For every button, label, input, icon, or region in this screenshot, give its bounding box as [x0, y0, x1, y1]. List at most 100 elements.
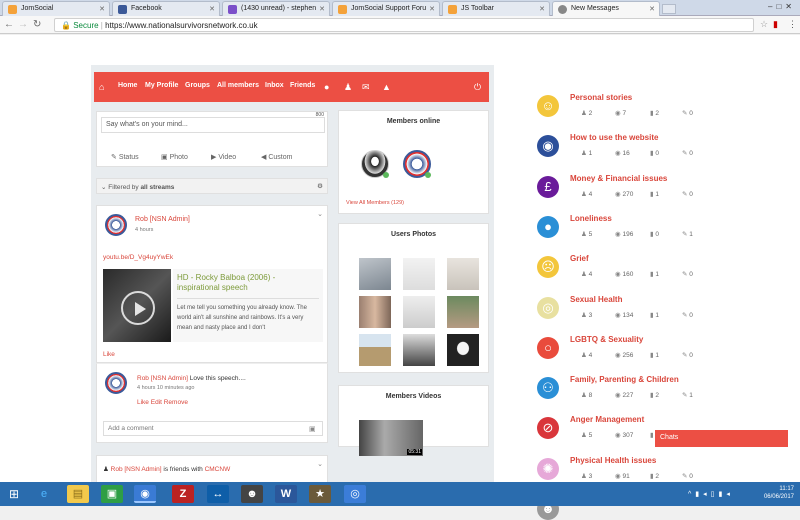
photo-thumbnail[interactable] [359, 334, 391, 366]
teamviewer-qs-icon[interactable]: ◎ [344, 485, 366, 503]
back-arrow-icon[interactable]: ← [4, 19, 14, 30]
comment-actions[interactable]: Like Edit Remove [137, 399, 188, 406]
reload-icon[interactable]: ↻ [33, 19, 41, 30]
status-tab[interactable]: ✎ Status [111, 153, 139, 161]
store-icon[interactable]: ▣ [101, 485, 123, 503]
photo-thumbnail[interactable] [403, 258, 435, 290]
category-title[interactable]: Grief [570, 254, 589, 263]
chevron-down-icon[interactable]: ⌄ [317, 210, 323, 218]
comment-author[interactable]: Rob [NSN Admin] [137, 375, 188, 382]
video-tab[interactable]: ▶ Video [211, 153, 236, 161]
friend-user[interactable]: Rob [NSN Admin] [111, 466, 162, 473]
video-link[interactable]: youtu.be/D_Vg4uyYwEk [103, 254, 173, 261]
photo-thumbnail[interactable] [403, 334, 435, 366]
start-button[interactable]: ⊞ [3, 485, 25, 503]
browser-tab[interactable]: JomSocial ✕ [2, 1, 110, 16]
avatar[interactable] [105, 214, 127, 236]
photo-thumbnail[interactable] [359, 296, 391, 328]
nav-home[interactable]: Home [118, 82, 137, 89]
system-tray-icons[interactable]: ^▮◂▯▮◂ [688, 490, 734, 498]
power-icon[interactable]: ⏻ [474, 82, 481, 93]
friend-activity: ♟ Rob [NSN Admin] is friends with CMCNW … [96, 455, 328, 485]
internet-explorer-icon[interactable]: e [33, 485, 55, 503]
friend-request-icon[interactable]: ♟ [344, 82, 352, 93]
category-title[interactable]: Physical Health issues [570, 456, 656, 465]
globe-icon[interactable]: ● [324, 82, 329, 92]
chrome-icon[interactable]: ◉ [134, 485, 156, 503]
browser-tab-active[interactable]: New Messages ✕ [552, 1, 660, 16]
condom-icon[interactable]: ◎ [537, 296, 559, 319]
family-icon[interactable]: ⚇ [537, 377, 559, 400]
nav-my-profile[interactable]: My Profile [145, 82, 178, 89]
pound-icon[interactable]: £ [537, 175, 559, 198]
flag-extension-icon[interactable]: ▮ [773, 19, 778, 30]
gimp-icon[interactable]: ☻ [241, 485, 263, 503]
like-link[interactable]: Like [103, 351, 115, 358]
video-title[interactable]: HD - Rocky Balboa (2006) - inspirational… [177, 273, 319, 293]
category-title[interactable]: Anger Management [570, 415, 644, 424]
photo-thumbnail[interactable] [447, 258, 479, 290]
virus-icon[interactable]: ✺ [537, 457, 559, 480]
teamviewer-icon[interactable]: ↔ [207, 485, 229, 503]
category-title[interactable]: LGBTQ & Sexuality [570, 335, 643, 344]
close-icon[interactable]: ✕ [319, 5, 325, 13]
new-tab-button[interactable] [662, 4, 676, 14]
person-icon[interactable]: ● [537, 215, 559, 238]
browser-tab[interactable]: JS Toolbar ✕ [442, 1, 550, 16]
avatar[interactable] [105, 372, 127, 394]
menu-icon[interactable]: ⋮ [788, 19, 797, 30]
app-icon[interactable]: ★ [309, 485, 331, 503]
close-icon[interactable]: ✕ [429, 5, 435, 13]
word-icon[interactable]: W [275, 485, 297, 503]
envelope-icon[interactable]: ✉ [362, 82, 370, 93]
status-input[interactable]: Say what's on your mind... [101, 117, 325, 133]
filezilla-icon[interactable]: Z [172, 485, 194, 503]
video-thumbnail[interactable]: 05:31 [359, 420, 423, 456]
category-title[interactable]: How to use the website [570, 133, 658, 142]
browser-tab[interactable]: Facebook ✕ [112, 1, 220, 16]
category-title[interactable]: Loneliness [570, 214, 612, 223]
url-field[interactable]: 🔒 Secure | https://www.nationalsurvivors… [54, 18, 754, 32]
nav-friends[interactable]: Friends [290, 82, 315, 89]
comment-input[interactable]: Add a comment [103, 421, 323, 436]
nav-groups[interactable]: Groups [185, 82, 210, 89]
close-icon[interactable]: ✕ [99, 5, 105, 13]
browser-tab[interactable]: JomSocial Support Foru ✕ [332, 1, 440, 16]
category-title[interactable]: Money & Financial issues [570, 174, 667, 183]
star-icon[interactable]: ☆ [760, 19, 768, 30]
nav-all-members[interactable]: All members [217, 82, 259, 89]
photo-thumbnail[interactable] [359, 258, 391, 290]
camera-icon[interactable]: ▣ [309, 425, 316, 433]
view-all-members-link[interactable]: View All Members (129) [346, 200, 404, 206]
rainbow-ring-icon[interactable]: ○ [537, 336, 559, 359]
video-thumbnail[interactable] [103, 269, 171, 342]
close-icon[interactable]: ✕ [209, 5, 215, 13]
custom-tab[interactable]: ◀ Custom [261, 153, 292, 161]
category-title[interactable]: Family, Parenting & Children [570, 375, 679, 384]
window-controls[interactable]: –□✕ [768, 2, 796, 11]
home-icon[interactable]: ⌂ [99, 82, 104, 92]
photo-thumbnail[interactable] [447, 296, 479, 328]
file-explorer-icon[interactable]: ▤ [67, 485, 89, 503]
emoji-reading-icon[interactable]: ☺ [537, 95, 559, 117]
close-icon[interactable]: ✕ [649, 5, 655, 13]
chevron-down-icon[interactable]: ⌄ [317, 460, 323, 468]
clock[interactable]: 11:17 06/06/2017 [764, 485, 794, 501]
play-icon[interactable] [121, 291, 155, 325]
photo-thumbnail[interactable] [403, 296, 435, 328]
photo-tab[interactable]: ▣ Photo [161, 153, 188, 161]
post-author[interactable]: Rob [NSN Admin] [135, 216, 190, 223]
chats-button[interactable]: Chats [655, 430, 788, 447]
stat-value: 0 [655, 150, 660, 158]
category-title[interactable]: Personal stories [570, 93, 632, 102]
friend-target[interactable]: CMCNW [205, 466, 231, 473]
browser-tab[interactable]: (1430 unread) - stephen ✕ [222, 1, 330, 16]
nav-inbox[interactable]: Inbox [265, 82, 284, 89]
category-title[interactable]: Sexual Health [570, 295, 622, 304]
bell-icon[interactable]: ▲ [382, 82, 391, 92]
stream-filter[interactable]: ⌄ Filtered by all streams ⚙ [96, 178, 328, 194]
close-icon[interactable]: ✕ [539, 5, 545, 13]
photo-thumbnail[interactable] [447, 334, 479, 366]
forward-arrow-icon[interactable]: → [18, 19, 28, 30]
gear-icon[interactable]: ⚙ [317, 182, 323, 190]
